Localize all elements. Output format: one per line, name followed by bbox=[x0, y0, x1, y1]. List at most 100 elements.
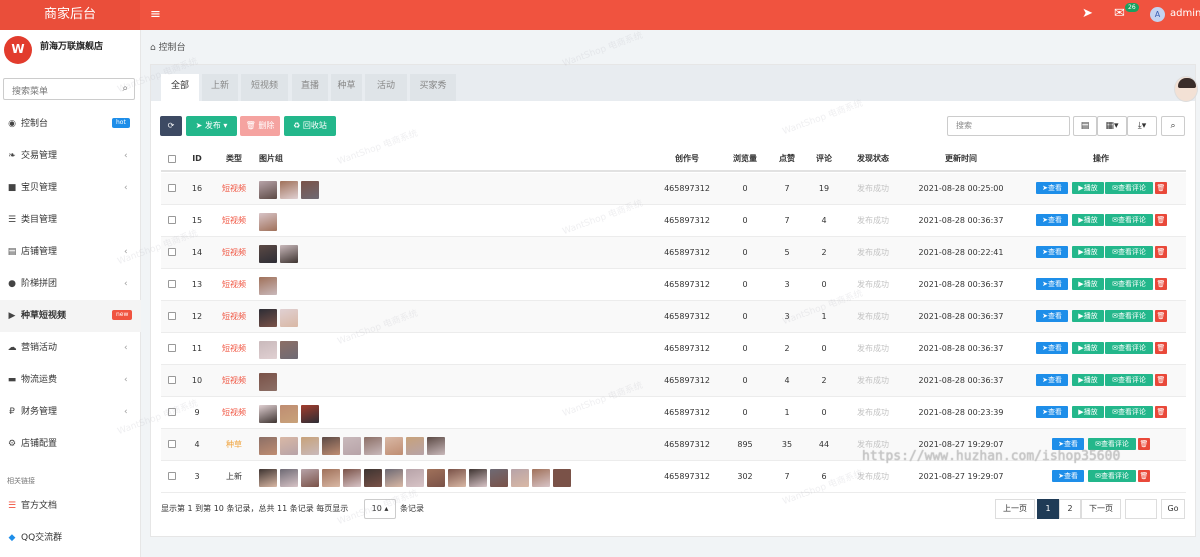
delete-button[interactable]: 🗑 删除 bbox=[240, 116, 280, 136]
play-button[interactable]: ▶播放 bbox=[1072, 342, 1104, 354]
sidebar-item-5[interactable]: ● 阶梯拼团 ‹ bbox=[0, 268, 141, 300]
table-row[interactable]: 11 短视频 465897312 0 2 0 发布成功 2021-08-28 00:36:37… bbox=[161, 333, 1186, 365]
thumbnail-image[interactable] bbox=[343, 469, 361, 487]
column-header-likes[interactable]: 点赞 bbox=[771, 154, 803, 164]
view-button[interactable]: ➤查看 bbox=[1036, 342, 1068, 354]
row-checkbox[interactable] bbox=[168, 248, 176, 256]
app-title[interactable]: 商家后台 bbox=[0, 0, 140, 30]
delete-row-button[interactable]: 🗑 bbox=[1155, 406, 1167, 418]
view-button[interactable]: ➤查看 bbox=[1036, 406, 1068, 418]
play-button[interactable]: ▶播放 bbox=[1072, 406, 1104, 418]
column-header-creator[interactable]: 创作号 bbox=[657, 154, 717, 164]
table-row[interactable]: 14 短视频 465897312 0 5 2 发布成功 2021-08-28 00:22:41… bbox=[161, 237, 1186, 269]
thumbnail-image[interactable] bbox=[406, 437, 424, 455]
view-button[interactable]: ➤查看 bbox=[1052, 470, 1084, 482]
tab-1[interactable]: 上新 bbox=[202, 74, 238, 101]
view-button[interactable]: ➤查看 bbox=[1036, 246, 1068, 258]
sidebar-link-0[interactable]: ☰ 官方文档 bbox=[0, 490, 141, 522]
table-row[interactable]: 10 短视频 465897312 0 4 2 发布成功 2021-08-28 00:36:37… bbox=[161, 365, 1186, 397]
export-button[interactable]: ⤓▾ bbox=[1127, 116, 1157, 136]
play-button[interactable]: ▶播放 bbox=[1072, 278, 1104, 290]
tab-3[interactable]: 直播 bbox=[292, 74, 328, 101]
thumbnail-image[interactable] bbox=[385, 469, 403, 487]
thumbnail-image[interactable] bbox=[280, 245, 298, 263]
row-checkbox[interactable] bbox=[168, 216, 176, 224]
view-comments-button[interactable]: ✉查看评论 bbox=[1105, 374, 1153, 386]
thumbnail-image[interactable] bbox=[511, 469, 529, 487]
breadcrumb-current[interactable]: 控制台 bbox=[159, 43, 186, 53]
row-checkbox[interactable] bbox=[168, 184, 176, 192]
sidebar-item-2[interactable]: ■ 宝贝管理 ‹ bbox=[0, 172, 141, 204]
thumbnail-image[interactable] bbox=[406, 469, 424, 487]
comments-icon[interactable]: ✉ bbox=[1114, 7, 1125, 21]
sidebar-item-7[interactable]: ☁ 营销活动 ‹ bbox=[0, 332, 141, 364]
view-comments-button[interactable]: ✉查看评论 bbox=[1105, 406, 1153, 418]
row-checkbox[interactable] bbox=[168, 376, 176, 384]
table-row[interactable]: 9 短视频 465897312 0 1 0 发布成功 2021-08-28 00:23:39 ➤… bbox=[161, 397, 1186, 429]
delete-row-button[interactable]: 🗑 bbox=[1155, 278, 1167, 290]
row-checkbox[interactable] bbox=[168, 344, 176, 352]
sidebar-item-4[interactable]: ▤ 店铺管理 ‹ bbox=[0, 236, 141, 268]
table-row[interactable]: 15 短视频 465897312 0 7 4 发布成功 2021-08-28 00:36:37… bbox=[161, 205, 1186, 237]
view-button[interactable]: ➤查看 bbox=[1036, 374, 1068, 386]
thumbnail-image[interactable] bbox=[259, 309, 277, 327]
table-row[interactable]: 12 短视频 465897312 0 3 1 发布成功 2021-08-28 00:36:37… bbox=[161, 301, 1186, 333]
page-size-select[interactable]: 10 ▴ bbox=[364, 499, 396, 519]
thumbnail-image[interactable] bbox=[259, 245, 277, 263]
thumbnail-image[interactable] bbox=[364, 437, 382, 455]
tab-2[interactable]: 短视频 bbox=[241, 74, 288, 101]
delete-row-button[interactable]: 🗑 bbox=[1138, 470, 1150, 482]
row-checkbox[interactable] bbox=[168, 472, 176, 480]
sidebar-item-3[interactable]: ☰ 类目管理 bbox=[0, 204, 141, 236]
thumbnail-image[interactable] bbox=[448, 469, 466, 487]
thumbnail-image[interactable] bbox=[259, 181, 277, 199]
view-comments-button[interactable]: ✉查看评论 bbox=[1105, 246, 1153, 258]
table-search-input[interactable]: 搜索 bbox=[947, 116, 1070, 136]
thumbnail-image[interactable] bbox=[280, 309, 298, 327]
view-button[interactable]: ➤查看 bbox=[1036, 214, 1068, 226]
thumbnail-image[interactable] bbox=[322, 469, 340, 487]
delete-row-button[interactable]: 🗑 bbox=[1155, 374, 1167, 386]
row-checkbox[interactable] bbox=[168, 440, 176, 448]
view-comments-button[interactable]: ✉查看评论 bbox=[1105, 182, 1153, 194]
tab-6[interactable]: 买家秀 bbox=[410, 74, 456, 101]
thumbnail-image[interactable] bbox=[301, 469, 319, 487]
toggle-view-button[interactable]: ▤ bbox=[1073, 116, 1097, 136]
thumbnail-image[interactable] bbox=[301, 181, 319, 199]
thumbnail-image[interactable] bbox=[322, 437, 340, 455]
publish-button[interactable]: ➤ 发布 ▾ bbox=[186, 116, 237, 136]
tab-0[interactable]: 全部 bbox=[161, 74, 199, 101]
thumbnail-image[interactable] bbox=[490, 469, 508, 487]
menu-toggle-icon[interactable]: ≡ bbox=[150, 8, 161, 22]
play-button[interactable]: ▶播放 bbox=[1072, 182, 1104, 194]
thumbnail-image[interactable] bbox=[532, 469, 550, 487]
sidebar-link-1[interactable]: ◆ QQ交流群 bbox=[0, 522, 141, 554]
goto-page-input[interactable] bbox=[1125, 499, 1157, 519]
delete-row-button[interactable]: 🗑 bbox=[1155, 342, 1167, 354]
table-row[interactable]: 13 短视频 465897312 0 3 0 发布成功 2021-08-28 00:36:37… bbox=[161, 269, 1186, 301]
prev-page-button[interactable]: 上一页 bbox=[995, 499, 1035, 519]
recycle-bin-button[interactable]: ♻ 回收站 bbox=[284, 116, 336, 136]
play-button[interactable]: ▶播放 bbox=[1072, 214, 1104, 226]
sidebar-item-6[interactable]: ▶ 种草短视频 new bbox=[0, 300, 141, 332]
paper-plane-icon[interactable]: ➤ bbox=[1082, 7, 1093, 21]
avatar[interactable]: A bbox=[1150, 7, 1165, 22]
table-row[interactable]: 16 短视频 465897312 0 7 19 发布成功 2021-08-28 00:25:0… bbox=[161, 173, 1186, 205]
refresh-button[interactable]: ⟳ bbox=[160, 116, 182, 136]
thumbnail-image[interactable] bbox=[280, 437, 298, 455]
row-checkbox[interactable] bbox=[168, 312, 176, 320]
page-1-button[interactable]: 1 bbox=[1037, 499, 1059, 519]
thumbnail-image[interactable] bbox=[259, 469, 277, 487]
tab-4[interactable]: 种草 bbox=[331, 74, 362, 101]
thumbnail-image[interactable] bbox=[553, 469, 571, 487]
column-header-comments[interactable]: 评论 bbox=[809, 154, 839, 164]
delete-row-button[interactable]: 🗑 bbox=[1155, 246, 1167, 258]
user-name[interactable]: admin bbox=[1170, 8, 1200, 19]
view-comments-button[interactable]: ✉查看评论 bbox=[1105, 310, 1153, 322]
tab-5[interactable]: 活动 bbox=[365, 74, 407, 101]
thumbnail-image[interactable] bbox=[280, 181, 298, 199]
thumbnail-image[interactable] bbox=[259, 277, 277, 295]
thumbnail-image[interactable] bbox=[364, 469, 382, 487]
thumbnail-image[interactable] bbox=[280, 469, 298, 487]
thumbnail-image[interactable] bbox=[301, 437, 319, 455]
